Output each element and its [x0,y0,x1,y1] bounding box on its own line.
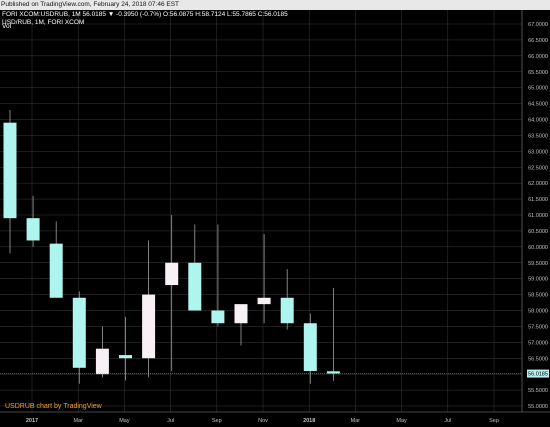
candle-body [234,304,248,324]
candle-body [326,371,340,374]
y-tick-label: 59.5000 [528,261,548,267]
candle-body [257,297,271,305]
symbol-ohlc: FORI XCOM:USDRUB, 1M 56.0185 ▼ -0.3950 (… [2,11,288,27]
y-tick-label: 58.5000 [528,293,548,299]
candle-body [165,262,179,286]
x-tick-label: Jul [444,418,451,424]
y-tick-label: 66.0000 [528,54,548,60]
tradingview-watermark: USDRUB chart by TradingView [5,403,102,410]
x-tick-label: Mar [73,418,83,424]
y-tick-label: 66.5000 [528,38,548,44]
candle-body [303,323,317,371]
candle-body [72,297,86,368]
y-tick-label: 64.5000 [528,102,548,108]
ohlc-line: FORI XCOM:USDRUB, 1M 56.0185 ▼ -0.3950 (… [2,11,288,18]
y-tick-label: 64.0000 [528,118,548,124]
x-tick-label: Mar [351,418,361,424]
candle-body [211,310,225,324]
publish-text: Published on TradingView.com, February 2… [1,1,180,8]
volume-label: Vol [2,23,12,30]
candle-body [188,262,202,311]
candle-body [26,218,40,241]
y-tick-label: 62.0000 [528,181,548,187]
y-tick-label: 61.0000 [528,213,548,219]
y-tick-label: 57.5000 [528,324,548,330]
y-tick-label: 61.5000 [528,197,548,203]
y-tick-label: 55.0000 [528,404,548,410]
y-tick-label: 65.0000 [528,86,548,92]
x-tick-label: Jul [167,418,174,424]
x-tick-label: May [119,418,130,424]
y-tick-label: 65.5000 [528,70,548,76]
candle-body [3,122,17,219]
y-tick-label: 63.0000 [528,149,548,155]
candlestick-chart[interactable]: 67.0000 66.5000 66.0000 65.5000 65.0000 64.50… [0,10,550,427]
y-tick-label: 58.0000 [528,309,548,315]
x-tick-label: 2018 [303,418,315,424]
price-tag-text: 56.0185 [528,372,548,378]
y-tick-label: 57.0000 [528,340,548,346]
y-tick-label: 55.5000 [528,388,548,394]
y-tick-label: 67.0000 [528,22,548,28]
candle-body [280,297,294,324]
candle-body [119,355,132,359]
x-tick-label: Sep [489,418,499,424]
y-tick-label: 60.5000 [528,229,548,235]
candle-body [142,294,156,359]
x-tick-label: Nov [258,418,268,424]
y-tick-label: 60.0000 [528,245,548,251]
x-tick-label: 2017 [26,418,38,424]
candle-body [95,348,109,375]
x-tick-label: May [396,418,407,424]
publish-header: Published on TradingView.com, February 2… [0,0,550,10]
y-tick-label: 62.5000 [528,165,548,171]
candle-body [49,243,63,298]
last-price-tag: 56.0185 [527,369,549,378]
y-tick-label: 59.0000 [528,277,548,283]
y-tick-label: 63.5000 [528,133,548,139]
y-tick-label: 56.5000 [528,356,548,362]
x-tick-label: Sep [212,418,222,424]
symbol-line: USD/RUB, 1M, FORI XCOM [2,19,85,26]
